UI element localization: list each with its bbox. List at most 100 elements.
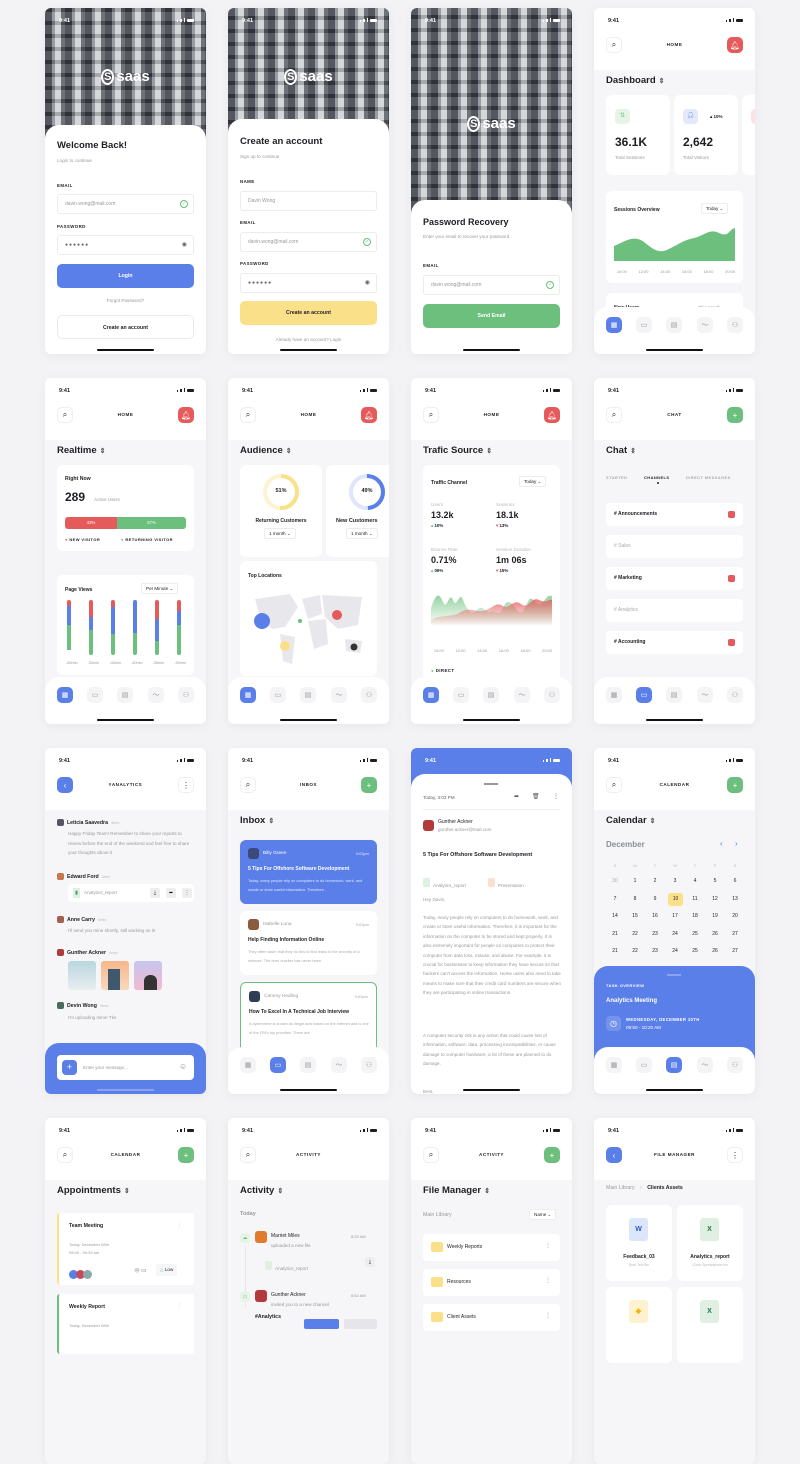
tab-chat[interactable]: ▭ bbox=[636, 1057, 652, 1073]
calendar-day[interactable]: 12 bbox=[708, 893, 722, 906]
tab-calendar[interactable]: ▤ bbox=[666, 1057, 682, 1073]
trash-icon[interactable]: 🗑︎ bbox=[532, 793, 540, 800]
tab-activity[interactable]: 〜 bbox=[697, 687, 713, 703]
tab-started[interactable]: STARTED bbox=[606, 475, 627, 480]
email-field[interactable]: davin.wong@mail.com ✓ bbox=[423, 275, 560, 295]
interval-dropdown[interactable]: Per Minute ⌄ bbox=[141, 583, 179, 594]
more-button[interactable]: ⋮ bbox=[727, 1147, 743, 1163]
create-account-button[interactable]: Create an account bbox=[57, 315, 194, 339]
period-dropdown[interactable]: Today ⌄ bbox=[519, 476, 547, 487]
prev-month-button[interactable]: ‹ bbox=[720, 839, 723, 848]
tab-activity[interactable]: 〜 bbox=[697, 1057, 713, 1073]
image-thumbnail[interactable] bbox=[134, 961, 162, 990]
channel-item[interactable]: # Marketing bbox=[606, 567, 743, 590]
tab-activity[interactable]: 〜 bbox=[331, 687, 347, 703]
tab-dashboard[interactable]: ▦ bbox=[606, 687, 622, 703]
add-button[interactable]: + bbox=[544, 1147, 560, 1163]
tab-calendar[interactable]: ▤ bbox=[483, 687, 499, 703]
file-card[interactable]: X bbox=[677, 1287, 743, 1363]
notification-button[interactable]: 🔔︎ bbox=[178, 407, 194, 423]
image-thumbnail[interactable] bbox=[68, 961, 96, 990]
sort-dropdown[interactable]: Name ⌄ bbox=[529, 1209, 557, 1220]
tab-calendar[interactable]: ▤ bbox=[117, 687, 133, 703]
calendar-day[interactable]: 27 bbox=[728, 928, 742, 941]
calendar-day[interactable]: 19 bbox=[708, 910, 722, 923]
calendar-day[interactable]: 10 bbox=[668, 892, 683, 906]
channel-item[interactable]: # Analytics bbox=[606, 599, 743, 622]
tab-dashboard[interactable]: ▦ bbox=[423, 687, 439, 703]
notification-button[interactable]: 🔔︎ bbox=[361, 407, 377, 423]
page-title[interactable]: Realtime ⇕ bbox=[57, 445, 105, 456]
attachment[interactable]: Analytics_report bbox=[423, 874, 466, 892]
tab-profile[interactable]: ⚇ bbox=[544, 687, 560, 703]
forgot-password-link[interactable]: Forgot Password? bbox=[45, 298, 206, 303]
page-title[interactable]: File Manager ⇕ bbox=[423, 1185, 490, 1196]
folder-item[interactable]: Weekly Reports ⋮ bbox=[423, 1234, 560, 1261]
folder-item[interactable]: Resources ⋮ bbox=[423, 1269, 560, 1296]
calendar-day[interactable]: 9 bbox=[648, 893, 662, 906]
more-icon[interactable]: ⋮ bbox=[182, 888, 192, 898]
email-field[interactable]: davin.wong@mail.com ✓ bbox=[240, 232, 377, 252]
calendar-day[interactable]: 25 bbox=[688, 928, 702, 941]
tab-dashboard[interactable]: ▦ bbox=[240, 1057, 256, 1073]
period-dropdown[interactable]: 1 month ⌄ bbox=[346, 528, 378, 539]
more-icon[interactable]: ⋮ bbox=[553, 793, 559, 800]
tab-profile[interactable]: ⚇ bbox=[361, 687, 377, 703]
attachment[interactable]: Presentation bbox=[488, 874, 524, 892]
calendar-day[interactable]: 5 bbox=[708, 875, 722, 888]
tab-profile[interactable]: ⚇ bbox=[727, 1057, 743, 1073]
channel-item[interactable]: # Accounting bbox=[606, 631, 743, 654]
calendar-day[interactable]: 30 bbox=[608, 875, 622, 888]
breadcrumb-item[interactable]: Main Library bbox=[606, 1185, 635, 1191]
appointment-card[interactable]: Team Meeting ⋮ Today, December 08th 09:0… bbox=[57, 1213, 194, 1285]
drag-handle[interactable] bbox=[484, 783, 498, 785]
calendar-day[interactable]: 21 bbox=[608, 928, 622, 941]
tab-profile[interactable]: ⚇ bbox=[361, 1057, 377, 1073]
file-card[interactable]: ◆ bbox=[606, 1287, 672, 1363]
mail-item[interactable]: Billy Green 3:03pm 5 Tips For Offshore Sof… bbox=[240, 840, 377, 904]
calendar-day[interactable]: 20 bbox=[728, 910, 742, 923]
image-thumbnail[interactable] bbox=[101, 961, 129, 990]
tab-profile[interactable]: ⚇ bbox=[727, 687, 743, 703]
tab-calendar[interactable]: ▤ bbox=[300, 687, 316, 703]
tab-calendar[interactable]: ▤ bbox=[300, 1057, 316, 1073]
file-card[interactable]: X Analytics_report 12mb Spreadsheet file bbox=[677, 1205, 743, 1281]
password-field[interactable]: ●●●●●● ◉ bbox=[240, 273, 377, 293]
calendar-day[interactable]: 1 bbox=[628, 875, 642, 888]
name-field[interactable]: Davin Wong bbox=[240, 191, 377, 211]
calendar-day[interactable]: 23 bbox=[648, 945, 662, 958]
tab-calendar[interactable]: ▤ bbox=[666, 687, 682, 703]
tab-chat[interactable]: ▭ bbox=[87, 687, 103, 703]
tab-dashboard[interactable]: ▦ bbox=[57, 687, 73, 703]
calendar-day[interactable]: 26 bbox=[708, 945, 722, 958]
message-input[interactable]: + Enter your message... ☺ bbox=[57, 1055, 194, 1080]
calendar-day[interactable]: 17 bbox=[668, 910, 682, 923]
forward-icon[interactable]: ➦ bbox=[514, 793, 519, 800]
attachment[interactable]: Analytics_report ⤓ bbox=[255, 1257, 377, 1271]
calendar-day[interactable]: 25 bbox=[688, 945, 702, 958]
calendar-day[interactable]: 2 bbox=[648, 875, 662, 888]
tab-activity[interactable]: 〜 bbox=[697, 317, 713, 333]
page-title[interactable]: Audience ⇕ bbox=[240, 445, 292, 456]
calendar-day[interactable]: 18 bbox=[688, 910, 702, 923]
mail-item[interactable]: Isabelle Luna 3:03pm Help Finding Informat… bbox=[240, 911, 377, 975]
tab-activity[interactable]: 〜 bbox=[148, 687, 164, 703]
calendar-day[interactable]: 21 bbox=[608, 945, 622, 958]
more-icon[interactable]: ⋮ bbox=[177, 1303, 182, 1309]
accept-button[interactable] bbox=[304, 1319, 339, 1329]
login-button[interactable]: Login bbox=[57, 264, 194, 288]
calendar-day[interactable]: 7 bbox=[608, 893, 622, 906]
eye-icon[interactable]: ◉ bbox=[182, 236, 188, 254]
tab-profile[interactable]: ⚇ bbox=[178, 687, 194, 703]
add-event-button[interactable]: + bbox=[727, 777, 743, 793]
tab-chat[interactable]: ▭ bbox=[270, 687, 286, 703]
emoji-icon[interactable]: ☺ bbox=[179, 1062, 187, 1071]
page-title[interactable]: Appointments ⇕ bbox=[57, 1185, 130, 1196]
send-email-button[interactable]: Send Email bbox=[423, 304, 560, 328]
plus-icon[interactable]: + bbox=[62, 1060, 77, 1075]
login-link[interactable]: Already have an account? Login bbox=[228, 337, 389, 342]
calendar-day[interactable]: 24 bbox=[668, 928, 682, 941]
period-dropdown[interactable]: 1 month ⌄ bbox=[264, 528, 296, 539]
tab-calendar[interactable]: ▤ bbox=[666, 317, 682, 333]
tab-dashboard[interactable]: ▦ bbox=[606, 1057, 622, 1073]
